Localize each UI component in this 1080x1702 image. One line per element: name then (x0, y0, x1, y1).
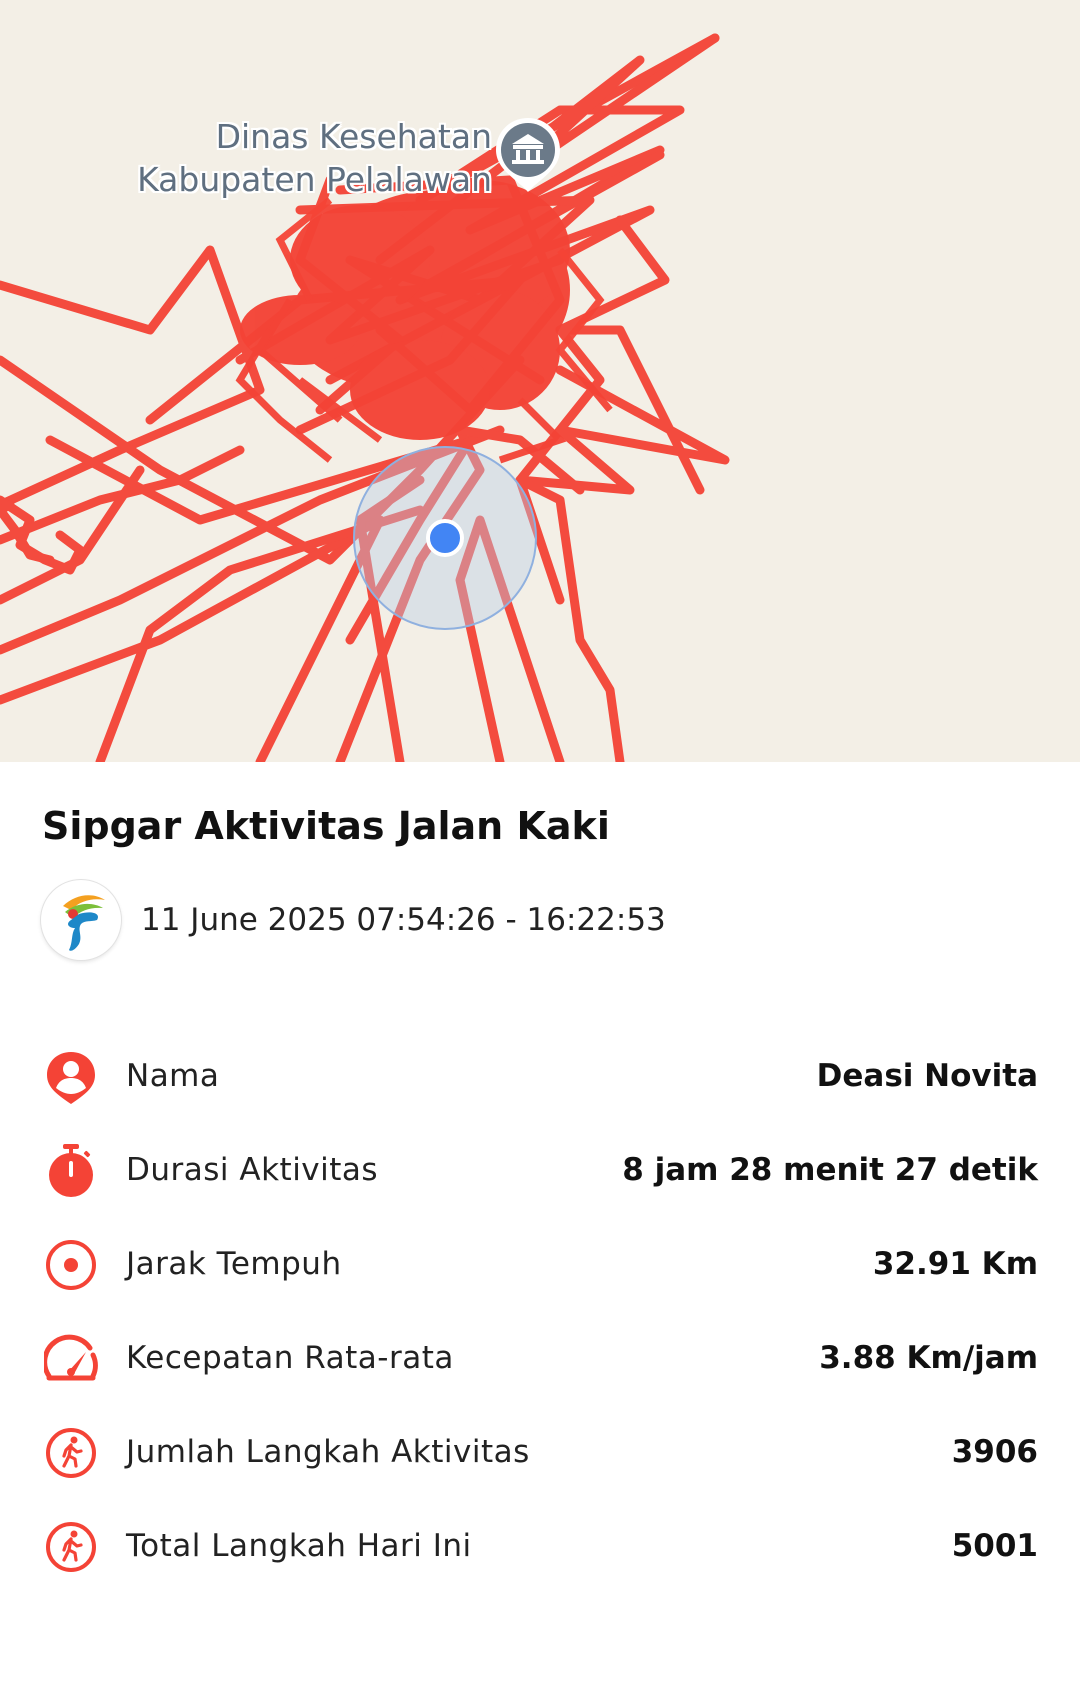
activity-datetime: 11 June 2025 07:54:26 - 16:22:53 (141, 902, 666, 938)
stat-label: Kecepatan Rata-rata (126, 1340, 454, 1376)
walking-icon (44, 1520, 98, 1574)
speedometer-icon (42, 1332, 98, 1386)
activity-title: Sipgar Aktivitas Jalan Kaki (42, 804, 610, 848)
target-icon (44, 1238, 98, 1292)
stat-row-jumlah-langkah: Jumlah Langkah Aktivitas 3906 (42, 1422, 1038, 1482)
poi-label-line1[interactable]: Dinas Kesehatan (216, 115, 492, 158)
walking-icon (44, 1426, 98, 1480)
activity-summary-card: Sipgar Aktivitas Jalan Kaki 11 June 2025… (0, 762, 1080, 1702)
stat-value: 32.91 Km (872, 1246, 1038, 1282)
sipgar-logo-icon (41, 880, 121, 960)
stat-value: 8 jam 28 menit 27 detik (622, 1152, 1038, 1188)
stat-label: Total Langkah Hari Ini (126, 1528, 472, 1564)
stat-row-total-langkah: Total Langkah Hari Ini 5001 (42, 1516, 1038, 1576)
map-view[interactable]: Dinas Kesehatan Kabupaten Pelalawan (0, 0, 1080, 762)
stat-label: Nama (126, 1058, 220, 1094)
poi-label-line2[interactable]: Kabupaten Pelalawan (137, 158, 492, 201)
current-location-dot (426, 519, 464, 557)
stat-label: Jarak Tempuh (126, 1246, 342, 1282)
person-pin-icon (44, 1050, 98, 1104)
stopwatch-icon (44, 1144, 98, 1198)
stat-value: 5001 (951, 1528, 1038, 1564)
stat-label: Durasi Aktivitas (126, 1152, 379, 1188)
stat-row-durasi: Durasi Aktivitas 8 jam 28 menit 27 detik (42, 1140, 1038, 1200)
stat-value: 3.88 Km/jam (819, 1340, 1038, 1376)
stat-row-kecepatan: Kecepatan Rata-rata 3.88 Km/jam (42, 1328, 1038, 1388)
stat-row-jarak: Jarak Tempuh 32.91 Km (42, 1234, 1038, 1294)
stat-label: Jumlah Langkah Aktivitas (126, 1434, 530, 1470)
stat-row-nama: Nama Deasi Novita (42, 1046, 1038, 1106)
stat-value: 3906 (951, 1434, 1038, 1470)
stat-value: Deasi Novita (816, 1058, 1038, 1094)
route-track (0, 33, 730, 762)
